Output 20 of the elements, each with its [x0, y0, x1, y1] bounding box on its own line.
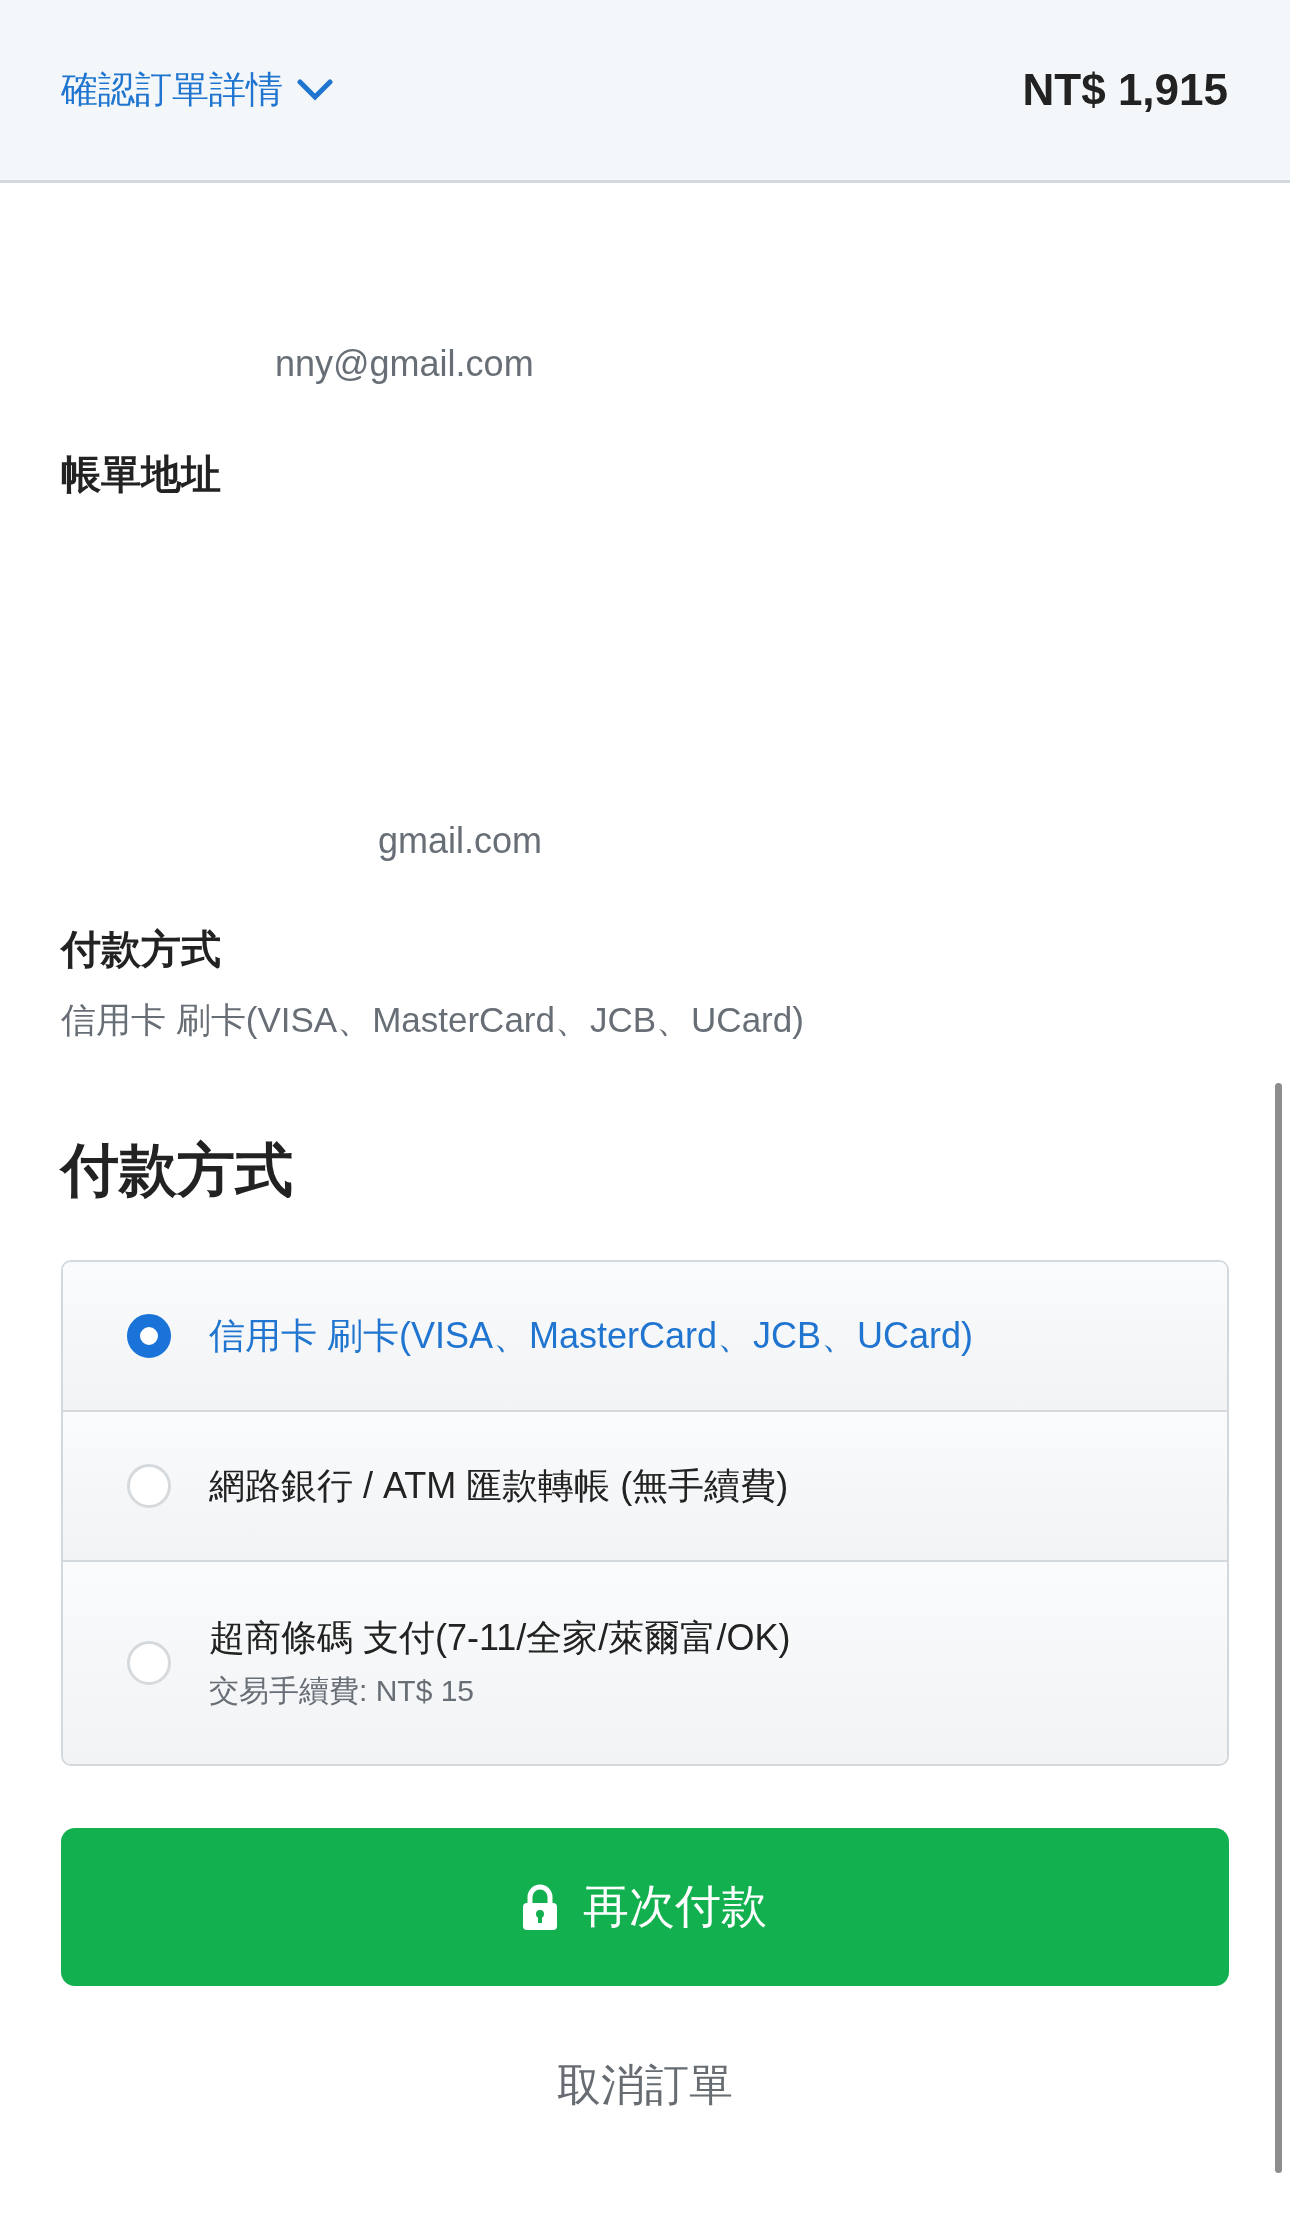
payment-option[interactable]: 信用卡 刷卡(VISA、MasterCard、JCB、UCard) — [63, 1262, 1227, 1410]
pay-again-button[interactable]: 再次付款 — [61, 1828, 1229, 1986]
option-label: 超商條碼 支付(7-11/全家/萊爾富/OK) — [209, 1617, 791, 1658]
payment-option[interactable]: 超商條碼 支付(7-11/全家/萊爾富/OK) 交易手續費: NT$ 15 — [63, 1560, 1227, 1764]
section-heading: 付款方式 — [61, 925, 221, 974]
email-text: nny@gmail.com — [275, 343, 534, 385]
lock-icon — [523, 1884, 557, 1930]
order-total: NT$ 1,915 — [1022, 65, 1228, 115]
option-label: 信用卡 刷卡(VISA、MasterCard、JCB、UCard) — [209, 1314, 974, 1356]
cancel-order-link[interactable]: 取消訂單 — [557, 2056, 733, 2115]
section-title: 付款方式 — [61, 1135, 293, 1206]
email-text: gmail.com — [378, 820, 543, 862]
option-label: 網路銀行 / ATM 匯款轉帳 (無手續費) — [209, 1464, 789, 1506]
radio-button[interactable] — [127, 1314, 171, 1358]
payment-method-text: 信用卡 刷卡(VISA、MasterCard、JCB、UCard) — [61, 999, 804, 1041]
section-heading: 帳單地址 — [61, 450, 221, 499]
fee-note: 交易手續費: NT$ 15 — [209, 1673, 475, 1709]
payment-option[interactable]: 網路銀行 / ATM 匯款轉帳 (無手續費) — [63, 1410, 1227, 1560]
chevron-down-icon — [297, 78, 333, 102]
order-details-toggle[interactable]: 確認訂單詳情 — [61, 65, 333, 115]
